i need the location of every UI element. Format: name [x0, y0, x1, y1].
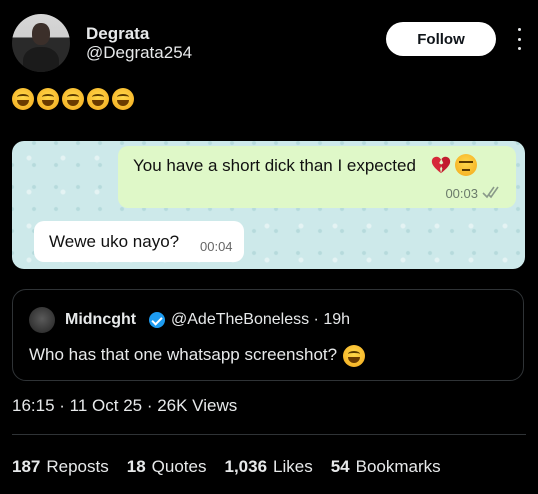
incoming-message-time: 00:04: [200, 239, 233, 254]
grinning-squint-emoji: [343, 345, 365, 367]
bookmarks-stat[interactable]: 54 Bookmarks: [331, 457, 441, 477]
divider: [12, 434, 526, 435]
avatar-body: [23, 47, 59, 72]
quoted-post[interactable]: Midncght @AdeTheBoneless · 19h Who has t…: [12, 289, 524, 381]
quotes-label: Quotes: [151, 457, 207, 476]
post-text-emojis: [12, 88, 134, 110]
author-name[interactable]: Degrata: [86, 24, 149, 44]
outgoing-message-time: 00:03: [445, 186, 478, 201]
author-handle[interactable]: @Degrata254: [86, 43, 192, 63]
grinning-squint-emoji: [37, 88, 59, 110]
grinning-squint-emoji: [62, 88, 84, 110]
likes-stat[interactable]: 1,036 Likes: [224, 457, 312, 477]
reposts-stat[interactable]: 187 Reposts: [12, 457, 109, 477]
bookmarks-count: 54: [330, 457, 350, 476]
follow-button[interactable]: Follow: [386, 22, 496, 56]
engagement-stats: 187 Reposts 18 Quotes 1,036 Likes 54 Bookmar…: [12, 457, 459, 477]
post-timestamp-views[interactable]: 16:15 · 11 Oct 25 · 26K Views: [12, 396, 237, 416]
avatar-face: [32, 23, 50, 45]
likes-count: 1,036: [224, 457, 268, 476]
read-receipt-icon: [482, 186, 499, 199]
likes-label: Likes: [273, 457, 313, 476]
post: Degrata @Degrata254 Follow You have a sh…: [0, 0, 538, 494]
avatar[interactable]: [12, 14, 70, 72]
unamused-face-emoji: [455, 154, 477, 176]
chat-screenshot-image[interactable]: You have a short dick than I expected 00…: [12, 141, 525, 269]
more-options-icon[interactable]: [516, 28, 522, 50]
grinning-squint-emoji: [87, 88, 109, 110]
broken-heart-emoji: [431, 156, 451, 174]
incoming-message-text: Wewe uko nayo?: [49, 232, 180, 251]
reposts-count: 187: [12, 457, 41, 476]
outgoing-message-emojis: [430, 154, 477, 176]
quotes-stat[interactable]: 18 Quotes: [127, 457, 207, 477]
bookmarks-label: Bookmarks: [355, 457, 441, 476]
quoted-avatar[interactable]: [29, 307, 55, 333]
grinning-squint-emoji: [12, 88, 34, 110]
outgoing-message-bubble: You have a short dick than I expected 00…: [118, 146, 516, 208]
incoming-message-bubble: Wewe uko nayo? 00:04: [34, 221, 244, 262]
grinning-squint-emoji: [112, 88, 134, 110]
outgoing-message-text: You have a short dick than I expected: [133, 156, 416, 175]
verified-badge-icon: [149, 312, 165, 328]
quoted-post-text: Who has that one whatsapp screenshot?: [29, 345, 338, 364]
quoted-author-handle[interactable]: @AdeTheBoneless · 19h: [171, 311, 350, 329]
quotes-count: 18: [126, 457, 146, 476]
post-header: Degrata @Degrata254 Follow: [12, 12, 526, 76]
quoted-author-name[interactable]: Midncght: [65, 311, 136, 329]
reposts-label: Reposts: [46, 457, 109, 476]
